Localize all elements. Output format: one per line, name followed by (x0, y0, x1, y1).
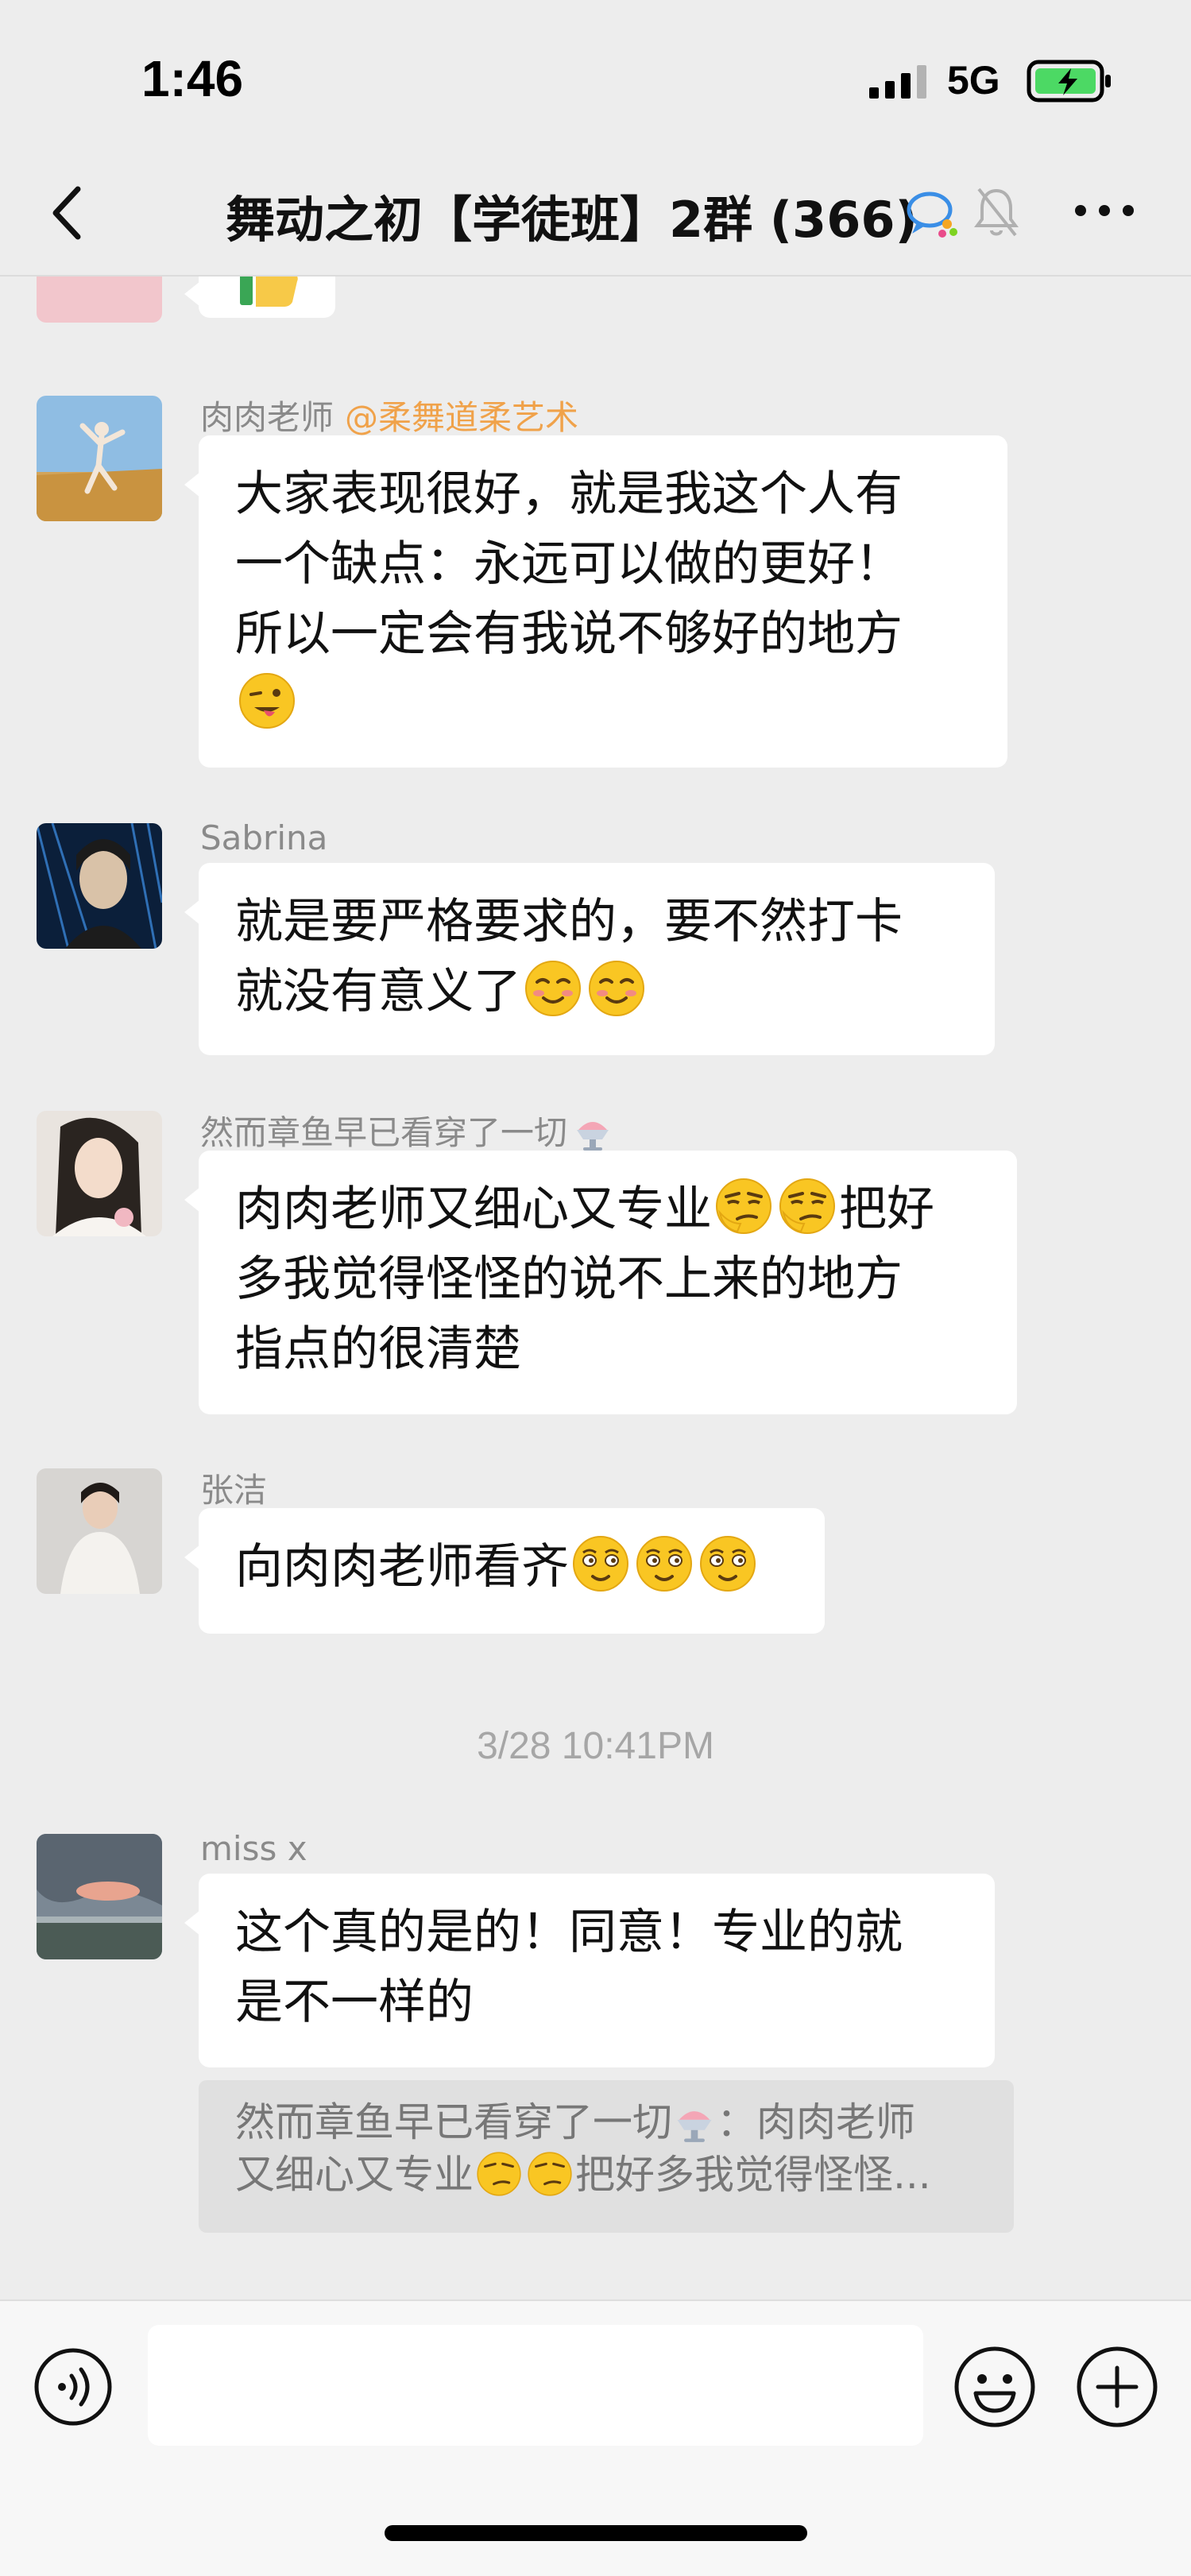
quoted-message[interactable]: 然而章鱼早已看穿了一切 ：肉肉老师 又细心又专业 把好多我觉得怪怪... (199, 2080, 1014, 2233)
message-line: 就没有意义了 (235, 964, 521, 1019)
message-bubble[interactable]: 向肉肉老师看齐 (184, 1508, 825, 1634)
message-bubble[interactable]: 肉肉老师又细心又专业 把好 多我觉得怪怪的说不上来的地方 指点的很清楚 (184, 1151, 1017, 1414)
message-line: 就是要严格要求的，要不然打卡 (235, 894, 903, 950)
message-bubble[interactable]: 就是要严格要求的，要不然打卡 就没有意义了 (184, 863, 995, 1055)
chat-header: 舞动之初【学徒班】2群 (366) (0, 151, 1191, 277)
quote-text: 又细心又专业 (235, 2152, 474, 2198)
message-line: 大家表现很好，就是我这个人有 (235, 466, 903, 522)
message-line: 指点的很清楚 (235, 1321, 521, 1377)
message-line: 向肉肉老师看齐 (235, 1539, 569, 1595)
status-bar: 1:46 5G (0, 0, 1191, 151)
avatar[interactable] (37, 396, 162, 521)
sender-name: 张洁 (200, 1471, 268, 1510)
message-bubble[interactable] (184, 277, 335, 318)
flushed-emoji-icon (636, 1536, 692, 1592)
group-chat-icon (907, 191, 957, 238)
sender-tag[interactable]: @柔舞道柔艺术 (345, 398, 578, 437)
quote-text: 把好多我觉得怪怪... (575, 2152, 931, 2198)
quote-text: ：肉肉老师 (717, 2099, 915, 2145)
emoji-button[interactable] (952, 2344, 1038, 2430)
smirk-emoji-icon (477, 2152, 521, 2196)
input-bar (0, 2299, 1191, 2576)
quote-sender: 然而章鱼早已看穿了一切 (235, 2099, 672, 2145)
network-type: 5G (947, 58, 1000, 102)
sender-name: 然而章鱼早已看穿了一切 (200, 1106, 613, 1155)
message-input[interactable] (148, 2325, 923, 2446)
sender-name: 肉肉老师 @柔舞道柔艺术 (200, 391, 578, 439)
shaved-ice-emoji-icon (577, 1122, 609, 1151)
smirk-emoji-icon (716, 1178, 771, 1234)
back-button[interactable] (44, 181, 92, 245)
battery-charging-icon (1027, 60, 1111, 102)
avatar[interactable] (37, 1834, 162, 1959)
message-line: 是不一样的 (235, 1975, 474, 2030)
flushed-emoji-icon (573, 1536, 628, 1592)
avatar[interactable] (37, 277, 162, 323)
avatar[interactable] (37, 1111, 162, 1236)
sender-name: miss x (200, 1829, 307, 1868)
wink-tongue-emoji-icon (239, 673, 295, 729)
status-time: 1:46 (141, 50, 244, 107)
message-line: 一个缺点：永远可以做的更好！ (235, 536, 903, 592)
message-line: 把好 (839, 1182, 934, 1237)
sender-name-text: 然而章鱼早已看穿了一切 (200, 1113, 568, 1152)
shaved-ice-emoji-icon (677, 2111, 712, 2142)
timestamp-separator: 3/28 10:41PM (477, 1725, 714, 1767)
message-bubble[interactable]: 这个真的是的！同意！专业的就 是不一样的 (184, 1874, 995, 2067)
smirk-emoji-icon (779, 1178, 835, 1234)
mute-bell-icon (974, 188, 1019, 237)
avatar[interactable] (37, 823, 162, 949)
flushed-emoji-icon (700, 1536, 756, 1592)
smirk-emoji-icon (528, 2152, 572, 2196)
chat-title: 舞动之初【学徒班】2群 (366) (226, 191, 918, 249)
signal-icon (869, 65, 926, 99)
message-list[interactable]: 肉肉老师 @柔舞道柔艺术 大家表现很好，就是我这个人有 一个缺点：永远可以做的更好… (0, 277, 1191, 2299)
message-line: 这个真的是的！同意！专业的就 (235, 1905, 903, 1960)
more-options-button[interactable] (1073, 199, 1136, 222)
thumbs-up-icon (240, 277, 298, 307)
blush-smile-emoji-icon (525, 961, 581, 1016)
blush-smile-emoji-icon (589, 961, 644, 1016)
voice-input-button[interactable] (32, 2346, 114, 2428)
message-line: 肉肉老师又细心又专业 (235, 1182, 712, 1237)
home-indicator (385, 2525, 807, 2541)
avatar[interactable] (37, 1468, 162, 1594)
message-line: 所以一定会有我说不够好的地方 (235, 606, 903, 662)
sender-name-text: 肉肉老师 (200, 398, 334, 437)
sender-name: Sabrina (200, 818, 328, 857)
add-more-button[interactable] (1074, 2344, 1160, 2430)
message-line: 多我觉得怪怪的说不上来的地方 (235, 1251, 903, 1307)
message-bubble[interactable]: 大家表现很好，就是我这个人有 一个缺点：永远可以做的更好！ 所以一定会有我说不够… (184, 435, 1007, 768)
